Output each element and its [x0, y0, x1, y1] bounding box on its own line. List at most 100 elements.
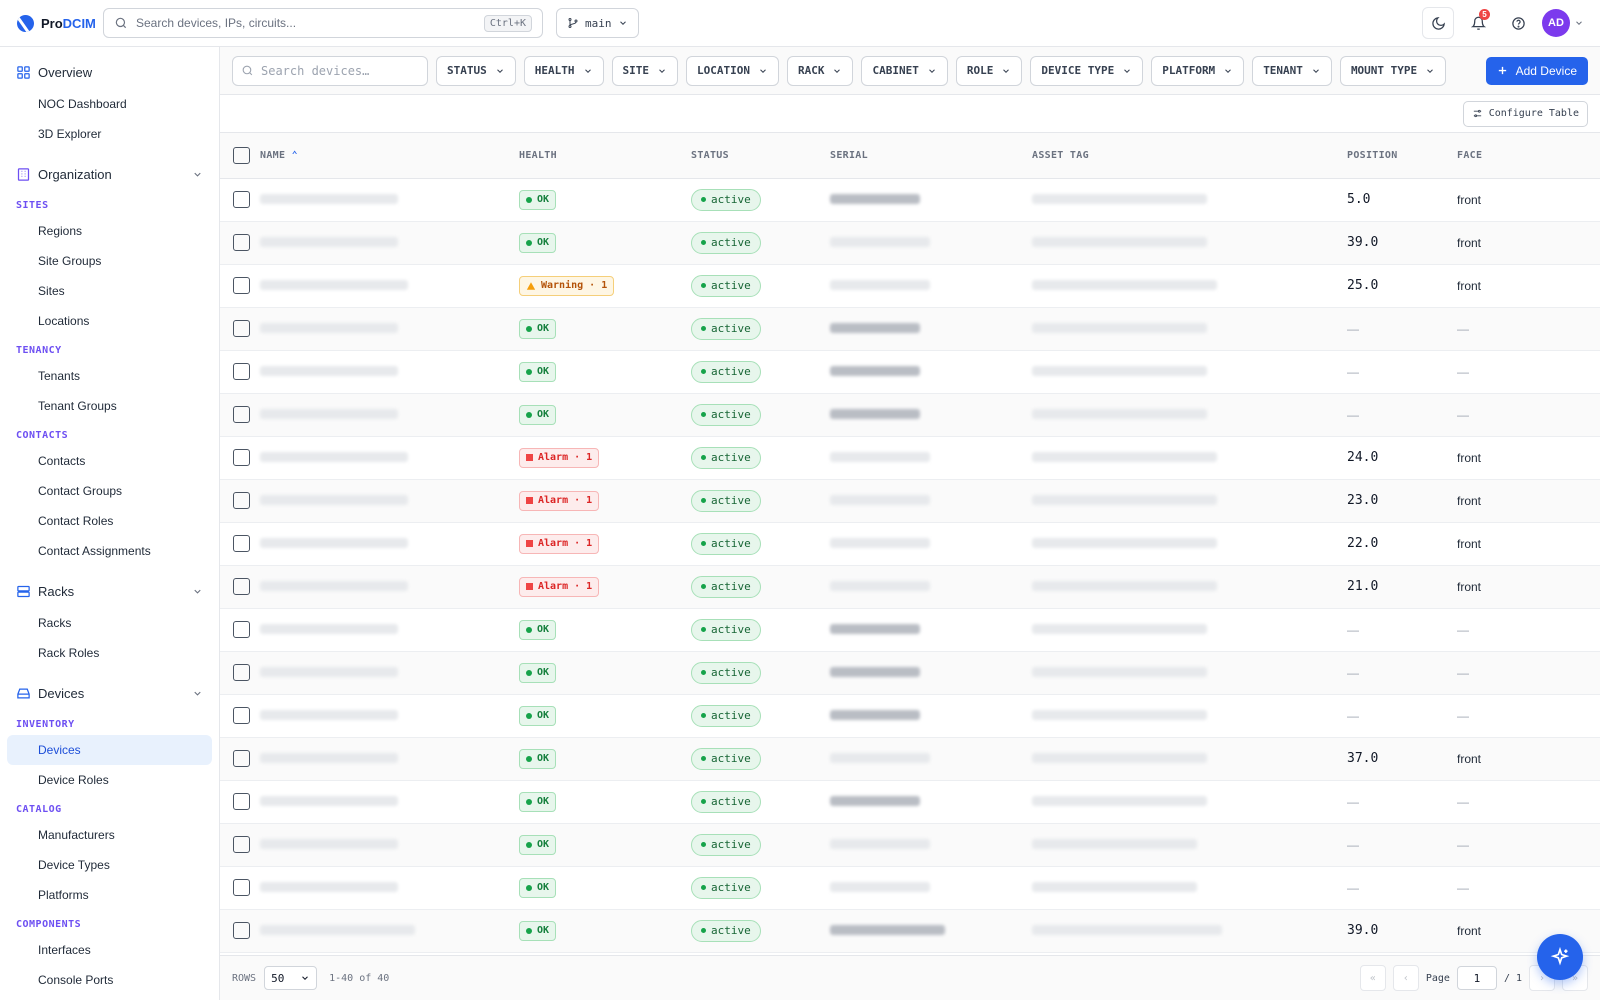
device-name-redacted[interactable] [260, 881, 398, 892]
device-name-redacted[interactable] [260, 451, 408, 462]
global-search-input[interactable]: Search devices, IPs, circuits... Ctrl+K [103, 8, 543, 38]
table-row[interactable]: OK active — — [220, 866, 1600, 909]
rows-per-page-select[interactable]: 50 [264, 966, 318, 990]
device-name-redacted[interactable] [260, 365, 398, 376]
table-row[interactable]: OK active — — [220, 307, 1600, 350]
sidebar-item-interfaces[interactable]: Interfaces [0, 935, 219, 965]
filter-rack[interactable]: RACK [786, 55, 854, 86]
device-name-redacted[interactable] [260, 580, 408, 591]
notifications-button[interactable]: 5 [1462, 7, 1494, 39]
row-checkbox[interactable] [233, 363, 250, 380]
sidebar-item-site-groups[interactable]: Site Groups [0, 246, 219, 276]
select-all-checkbox[interactable] [233, 146, 250, 164]
prev-page-button[interactable]: ‹ [1392, 965, 1419, 991]
row-checkbox[interactable] [233, 793, 250, 810]
sidebar-item-platforms[interactable]: Platforms [0, 880, 219, 910]
sidebar-item-noc-dashboard[interactable]: NOC Dashboard [0, 89, 219, 119]
filter-status[interactable]: STATUS [436, 55, 516, 86]
table-row[interactable]: Warning · 1 active 25.0 front [220, 264, 1600, 307]
column-header-asset-tag[interactable]: ASSET TAG [1032, 133, 1347, 178]
table-row[interactable]: Alarm · 1 active 24.0 front [220, 436, 1600, 479]
table-row[interactable]: Alarm · 1 active 21.0 front [220, 565, 1600, 608]
row-checkbox[interactable] [233, 406, 250, 423]
sidebar-item-device-roles[interactable]: Device Roles [0, 765, 219, 795]
row-checkbox[interactable] [233, 320, 250, 337]
page-number-input[interactable]: 1 [1456, 966, 1497, 990]
sidebar-item-device-types[interactable]: Device Types [0, 850, 219, 880]
row-checkbox[interactable] [233, 234, 250, 251]
row-checkbox[interactable] [233, 277, 250, 294]
table-row[interactable]: Alarm · 1 active 22.0 front [220, 522, 1600, 565]
table-row[interactable]: OK active — — [220, 694, 1600, 737]
device-name-redacted[interactable] [260, 709, 398, 720]
filter-tenant[interactable]: TENANT [1252, 55, 1332, 86]
sidebar-item-manufacturers[interactable]: Manufacturers [0, 820, 219, 850]
sidebar-item-contact-groups[interactable]: Contact Groups [0, 476, 219, 506]
filter-site[interactable]: SITE [611, 55, 678, 86]
device-name-redacted[interactable] [260, 279, 408, 290]
table-row[interactable]: Alarm · 1 active 23.0 front [220, 479, 1600, 522]
device-name-redacted[interactable] [260, 537, 408, 548]
filter-location[interactable]: LOCATION [686, 55, 779, 86]
sidebar-item-tenant-groups[interactable]: Tenant Groups [0, 391, 219, 421]
device-name-redacted[interactable] [260, 623, 398, 634]
table-row[interactable]: OK active — — [220, 350, 1600, 393]
device-name-redacted[interactable] [260, 322, 398, 333]
sidebar-item-sites[interactable]: Sites [0, 276, 219, 306]
table-row[interactable]: OK active 39.0 front [220, 221, 1600, 264]
column-header-face[interactable]: FACE [1457, 133, 1600, 178]
row-checkbox[interactable] [233, 836, 250, 853]
device-name-redacted[interactable] [260, 193, 398, 204]
sidebar-item-rack-roles[interactable]: Rack Roles [0, 638, 219, 668]
sidebar-item-3d-explorer[interactable]: 3D Explorer [0, 119, 219, 149]
user-menu[interactable]: AD [1542, 9, 1584, 37]
device-name-redacted[interactable] [260, 795, 398, 806]
row-checkbox[interactable] [233, 664, 250, 681]
device-name-redacted[interactable] [260, 408, 398, 419]
sidebar-group-racks[interactable]: Racks [0, 574, 219, 608]
row-checkbox[interactable] [233, 707, 250, 724]
brand-logo[interactable]: ProDCIM [17, 14, 103, 32]
device-name-redacted[interactable] [260, 838, 398, 849]
device-name-redacted[interactable] [260, 494, 408, 505]
row-checkbox[interactable] [233, 578, 250, 595]
table-row[interactable]: OK active 5.0 front [220, 178, 1600, 221]
first-page-button[interactable]: « [1359, 965, 1386, 991]
table-row[interactable]: OK active 37.0 front [220, 737, 1600, 780]
sidebar-item-contact-assignments[interactable]: Contact Assignments [0, 536, 219, 566]
configure-table-button[interactable]: Configure Table [1462, 100, 1588, 127]
sidebar-item-regions[interactable]: Regions [0, 216, 219, 246]
sidebar-group-organization[interactable]: Organization [0, 157, 219, 191]
row-checkbox[interactable] [233, 449, 250, 466]
sidebar-item-contact-roles[interactable]: Contact Roles [0, 506, 219, 536]
row-checkbox[interactable] [233, 922, 250, 939]
row-checkbox[interactable] [233, 191, 250, 208]
column-header-status[interactable]: STATUS [691, 133, 830, 178]
row-checkbox[interactable] [233, 535, 250, 552]
row-checkbox[interactable] [233, 621, 250, 638]
sidebar-item-overview[interactable]: Overview [0, 55, 219, 89]
sidebar-item-racks[interactable]: Racks [0, 608, 219, 638]
sidebar-item-console-ports[interactable]: Console Ports [0, 965, 219, 995]
filter-mount-type[interactable]: MOUNT TYPE [1339, 55, 1447, 86]
table-row[interactable]: OK active 39.0 front [220, 909, 1600, 952]
ai-assistant-button[interactable] [1537, 934, 1583, 980]
row-checkbox[interactable] [233, 750, 250, 767]
filter-cabinet[interactable]: CABINET [861, 55, 948, 86]
device-name-redacted[interactable] [260, 666, 398, 677]
column-header-serial[interactable]: SERIAL [830, 133, 1032, 178]
help-button[interactable] [1502, 7, 1534, 39]
filter-platform[interactable]: PLATFORM [1151, 55, 1245, 86]
table-row[interactable]: OK active — — [220, 823, 1600, 866]
add-device-button[interactable]: Add Device [1485, 56, 1588, 85]
sidebar-item-contacts[interactable]: Contacts [0, 446, 219, 476]
table-row[interactable]: OK active — — [220, 651, 1600, 694]
column-header-health[interactable]: HEALTH [519, 133, 691, 178]
row-checkbox[interactable] [233, 492, 250, 509]
table-row[interactable]: OK active — — [220, 608, 1600, 651]
table-row[interactable]: OK active — — [220, 393, 1600, 436]
device-name-redacted[interactable] [260, 924, 415, 935]
filter-role[interactable]: ROLE [955, 55, 1023, 86]
sidebar-item-devices[interactable]: Devices [7, 735, 212, 765]
filter-health[interactable]: HEALTH [523, 55, 604, 86]
